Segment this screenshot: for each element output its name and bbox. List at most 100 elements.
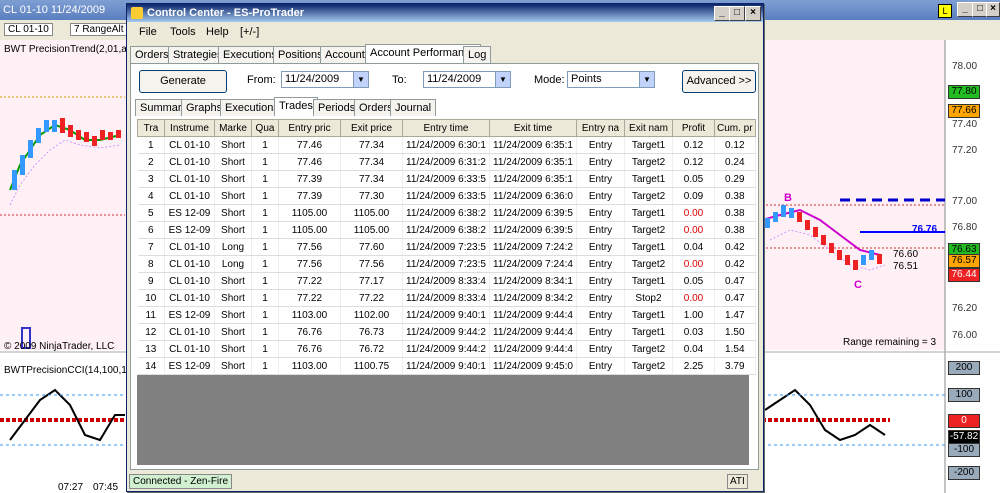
connection-status: Connected - Zen-Fire <box>129 474 233 489</box>
table-cell: 8 <box>137 255 165 273</box>
table-cell: Short <box>214 340 252 358</box>
table-row[interactable]: 14 ES 12-09 Short 1 1103.00 1100.75 11/24/2009… <box>137 357 756 375</box>
menu-tools[interactable]: Tools <box>170 26 196 38</box>
table-cell: 77.34 <box>340 136 403 154</box>
table-cell: 0.05 <box>672 170 715 188</box>
close-icon[interactable]: × <box>986 2 1000 17</box>
table-cell: 11/24/2009 6:36:0 <box>489 187 577 205</box>
column-header[interactable]: Exit nam <box>624 119 673 137</box>
subtab-trades[interactable]: Trades <box>274 97 318 116</box>
control-center-titlebar: Control Center - ES-ProTrader _ □ × <box>127 4 763 22</box>
marker-b-label: B <box>784 192 792 204</box>
menu-file[interactable]: File <box>139 26 157 38</box>
table-cell: Short <box>214 153 252 171</box>
table-cell: 11/24/2009 6:31:2 <box>402 153 490 171</box>
bar-type-selector[interactable]: 7 RangeAlt <box>70 23 128 36</box>
table-cell: Entry <box>576 170 625 188</box>
column-header[interactable]: Entry na <box>576 119 625 137</box>
column-header[interactable]: Exit time <box>489 119 577 137</box>
table-cell: Target1 <box>624 323 673 341</box>
table-row[interactable]: 10 CL 01-10 Short 1 77.22 77.22 11/24/2009 8:3… <box>137 289 756 307</box>
table-row[interactable]: 12 CL 01-10 Short 1 76.76 76.73 11/24/2009 9:4… <box>137 323 756 341</box>
table-cell: Long <box>214 255 252 273</box>
table-row[interactable]: 5 ES 12-09 Short 1 1105.00 1105.00 11/24/2009 … <box>137 204 756 222</box>
table-cell: 0.24 <box>714 153 756 171</box>
chevron-down-icon[interactable]: ▼ <box>495 72 510 87</box>
menu-help[interactable]: Help <box>206 26 229 38</box>
table-cell: 1105.00 <box>278 204 341 222</box>
table-cell: ES 12-09 <box>164 357 215 375</box>
subtab-journal[interactable]: Journal <box>390 99 437 116</box>
minimize-icon[interactable]: _ <box>714 6 730 21</box>
instrument-selector[interactable]: CL 01-10 <box>4 23 53 36</box>
table-cell: 7 <box>137 238 165 256</box>
tab-log[interactable]: Log <box>463 46 492 63</box>
table-cell: Target1 <box>624 170 673 188</box>
close-icon[interactable]: × <box>745 6 761 21</box>
table-cell: 0.42 <box>714 238 756 256</box>
from-date-picker[interactable]: 11/24/2009 ▼ <box>281 71 369 88</box>
table-cell: CL 01-10 <box>164 170 215 188</box>
price-box-green: 77.80 <box>948 85 980 99</box>
copyright-label: © 2009 NinjaTrader, LLC <box>4 341 115 352</box>
table-cell: 5 <box>137 204 165 222</box>
table-cell: Short <box>214 289 252 307</box>
column-header[interactable]: Tra <box>137 119 165 137</box>
column-header[interactable]: Cum. pr <box>714 119 756 137</box>
table-cell: 0.05 <box>672 272 715 290</box>
menu-expand[interactable]: [+/-] <box>240 26 259 38</box>
mode-select[interactable]: Points ▼ <box>567 71 655 88</box>
generate-button[interactable]: Generate <box>139 70 227 93</box>
table-cell: 77.39 <box>278 187 341 205</box>
table-cell: 0.00 <box>672 221 715 239</box>
table-cell: 0.38 <box>714 187 756 205</box>
table-cell: 11/24/2009 6:39:5 <box>489 221 577 239</box>
advanced-button[interactable]: Advanced >> <box>682 70 756 93</box>
table-cell: ES 12-09 <box>164 221 215 239</box>
column-header[interactable]: Marke <box>214 119 252 137</box>
range-remaining-label: Range remaining = 3 <box>843 337 937 348</box>
to-date-picker[interactable]: 11/24/2009 ▼ <box>423 71 511 88</box>
table-cell: Target1 <box>624 204 673 222</box>
table-row[interactable]: 6 ES 12-09 Short 1 1105.00 1105.00 11/24/2009 … <box>137 221 756 239</box>
table-cell: Target2 <box>624 187 673 205</box>
mode-value: Points <box>571 73 602 85</box>
table-cell: 11/24/2009 6:33:5 <box>402 170 490 188</box>
table-cell: Entry <box>576 221 625 239</box>
table-cell: Target1 <box>624 136 673 154</box>
table-row[interactable]: 2 CL 01-10 Short 1 77.46 77.34 11/24/2009 6:31… <box>137 153 756 171</box>
table-cell: 0.00 <box>672 255 715 273</box>
table-cell: 3.79 <box>714 357 756 375</box>
table-row[interactable]: 11 ES 12-09 Short 1 1103.00 1102.00 11/24/2009… <box>137 306 756 324</box>
table-cell: 1103.00 <box>278 357 341 375</box>
table-row[interactable]: 9 CL 01-10 Short 1 77.22 77.17 11/24/2009 8:33… <box>137 272 756 290</box>
column-header[interactable]: Entry time <box>402 119 490 137</box>
table-cell: 11/24/2009 6:35:1 <box>489 153 577 171</box>
table-cell: 0.47 <box>714 289 756 307</box>
column-header[interactable]: Entry pric <box>278 119 341 137</box>
column-header[interactable]: Profit <box>672 119 715 137</box>
column-header[interactable]: Qua <box>251 119 279 137</box>
column-header[interactable]: Exit price <box>340 119 403 137</box>
minimize-icon[interactable]: _ <box>957 2 973 17</box>
trades-table[interactable]: Tra Instrume Marke Qua Entry pric Exit p… <box>137 119 756 375</box>
column-header[interactable]: Instrume <box>164 119 215 137</box>
table-cell: 1 <box>251 255 279 273</box>
table-cell: 11/24/2009 9:45:0 <box>489 357 577 375</box>
l-icon[interactable]: L <box>938 4 952 18</box>
table-row[interactable]: 3 CL 01-10 Short 1 77.39 77.34 11/24/2009 6:33… <box>137 170 756 188</box>
maximize-icon[interactable]: □ <box>729 6 745 21</box>
table-row[interactable]: 13 CL 01-10 Short 1 76.76 76.72 11/24/2009 9:4… <box>137 340 756 358</box>
table-row[interactable]: 7 CL 01-10 Long 1 77.56 77.60 11/24/2009 7:23:… <box>137 238 756 256</box>
table-cell: Target2 <box>624 221 673 239</box>
table-cell: Target1 <box>624 306 673 324</box>
table-cell: 77.56 <box>278 238 341 256</box>
table-row[interactable]: 1 CL 01-10 Short 1 77.46 77.34 11/24/2009 6:30… <box>137 136 756 154</box>
table-cell: 11/24/2009 7:23:5 <box>402 255 490 273</box>
chevron-down-icon[interactable]: ▼ <box>353 72 368 87</box>
table-row[interactable]: 8 CL 01-10 Long 1 77.56 77.56 11/24/2009 7:23:… <box>137 255 756 273</box>
chevron-down-icon[interactable]: ▼ <box>639 72 654 87</box>
table-cell: CL 01-10 <box>164 272 215 290</box>
table-row[interactable]: 4 CL 01-10 Short 1 77.39 77.30 11/24/2009 6:33… <box>137 187 756 205</box>
table-cell: ES 12-09 <box>164 306 215 324</box>
